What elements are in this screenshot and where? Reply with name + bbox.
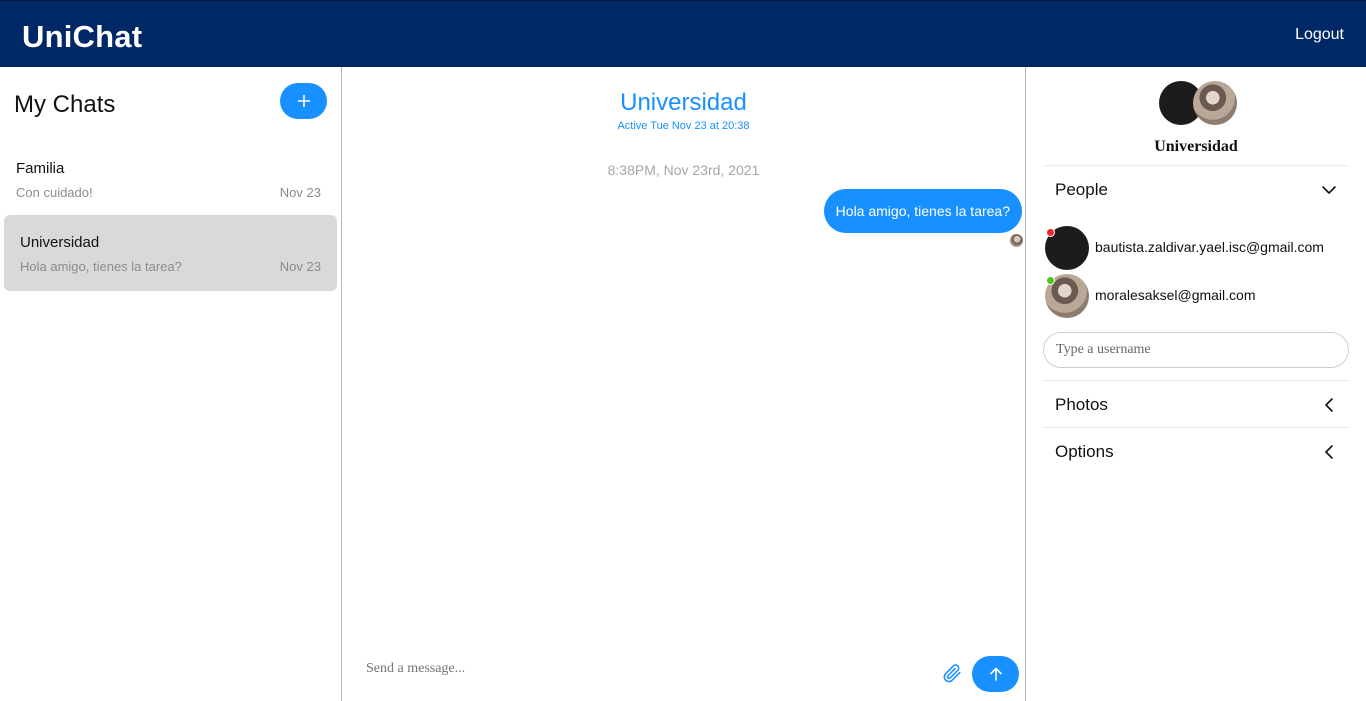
member-email: moralesaksel@gmail.com xyxy=(1095,287,1256,303)
divider xyxy=(1043,427,1349,428)
photos-section-toggle[interactable]: Photos xyxy=(1043,382,1349,428)
options-section-toggle[interactable]: Options xyxy=(1043,429,1349,475)
chevron-left-icon xyxy=(1325,398,1333,412)
paperclip-icon xyxy=(943,664,961,683)
message-bubble-sent: Hola amigo, tienes la tarea? xyxy=(823,189,1022,233)
group-avatar xyxy=(1193,81,1237,125)
chat-card-preview: Hola amigo, tienes la tarea? xyxy=(20,259,182,274)
chevron-left-icon xyxy=(1325,445,1333,459)
people-section-title: People xyxy=(1055,180,1108,199)
app-logo: UniChat xyxy=(22,19,143,54)
conversation-title: Universidad xyxy=(620,89,747,116)
conversation-panel: Universidad Active Tue Nov 23 at 20:38 8… xyxy=(342,67,1026,701)
chat-card-name: Familia xyxy=(16,160,65,177)
conversation-activity: Active Tue Nov 23 at 20:38 xyxy=(617,120,750,132)
photos-section-title: Photos xyxy=(1055,395,1108,414)
attachment-button[interactable] xyxy=(941,662,963,684)
chat-list-title: My Chats xyxy=(14,91,116,118)
arrow-up-icon xyxy=(989,667,1002,681)
options-section-title: Options xyxy=(1055,442,1114,461)
people-section-toggle[interactable]: People xyxy=(1043,167,1349,213)
divider xyxy=(1043,165,1349,166)
chat-card-familia[interactable]: Familia Con cuidado! Nov 23 xyxy=(4,141,337,217)
chat-list-panel: My Chats Familia Con cuidado! Nov 23 Uni… xyxy=(0,67,342,701)
member-row: moralesaksel@gmail.com xyxy=(1045,274,1345,318)
message-timestamp: 8:38PM, Nov 23rd, 2021 xyxy=(607,162,760,178)
chat-card-preview: Con cuidado! xyxy=(16,185,93,200)
status-dot-online xyxy=(1046,276,1055,285)
member-email: bautista.zaldivar.yael.isc@gmail.com xyxy=(1095,239,1324,255)
chat-card-universidad[interactable]: Universidad Hola amigo, tienes la tarea?… xyxy=(4,215,337,291)
chevron-down-icon xyxy=(1322,186,1336,194)
top-bar: UniChat Logout xyxy=(0,0,1366,67)
new-chat-button[interactable] xyxy=(280,83,327,119)
chat-details-panel: Universidad People bautista.zaldivar.yae… xyxy=(1026,67,1366,701)
add-member-input[interactable] xyxy=(1043,332,1349,368)
plus-icon xyxy=(297,95,310,107)
member-row: bautista.zaldivar.yael.isc@gmail.com xyxy=(1045,226,1345,270)
status-dot-offline xyxy=(1046,228,1055,237)
chat-card-name: Universidad xyxy=(20,234,100,251)
read-receipt-avatar xyxy=(1010,234,1023,247)
group-name: Universidad xyxy=(1154,138,1238,155)
logout-button[interactable]: Logout xyxy=(1295,26,1344,44)
message-input[interactable] xyxy=(366,661,926,677)
divider xyxy=(1043,380,1349,381)
chat-card-date: Nov 23 xyxy=(279,259,321,274)
send-button[interactable] xyxy=(972,656,1019,692)
chat-card-date: Nov 23 xyxy=(279,185,321,200)
